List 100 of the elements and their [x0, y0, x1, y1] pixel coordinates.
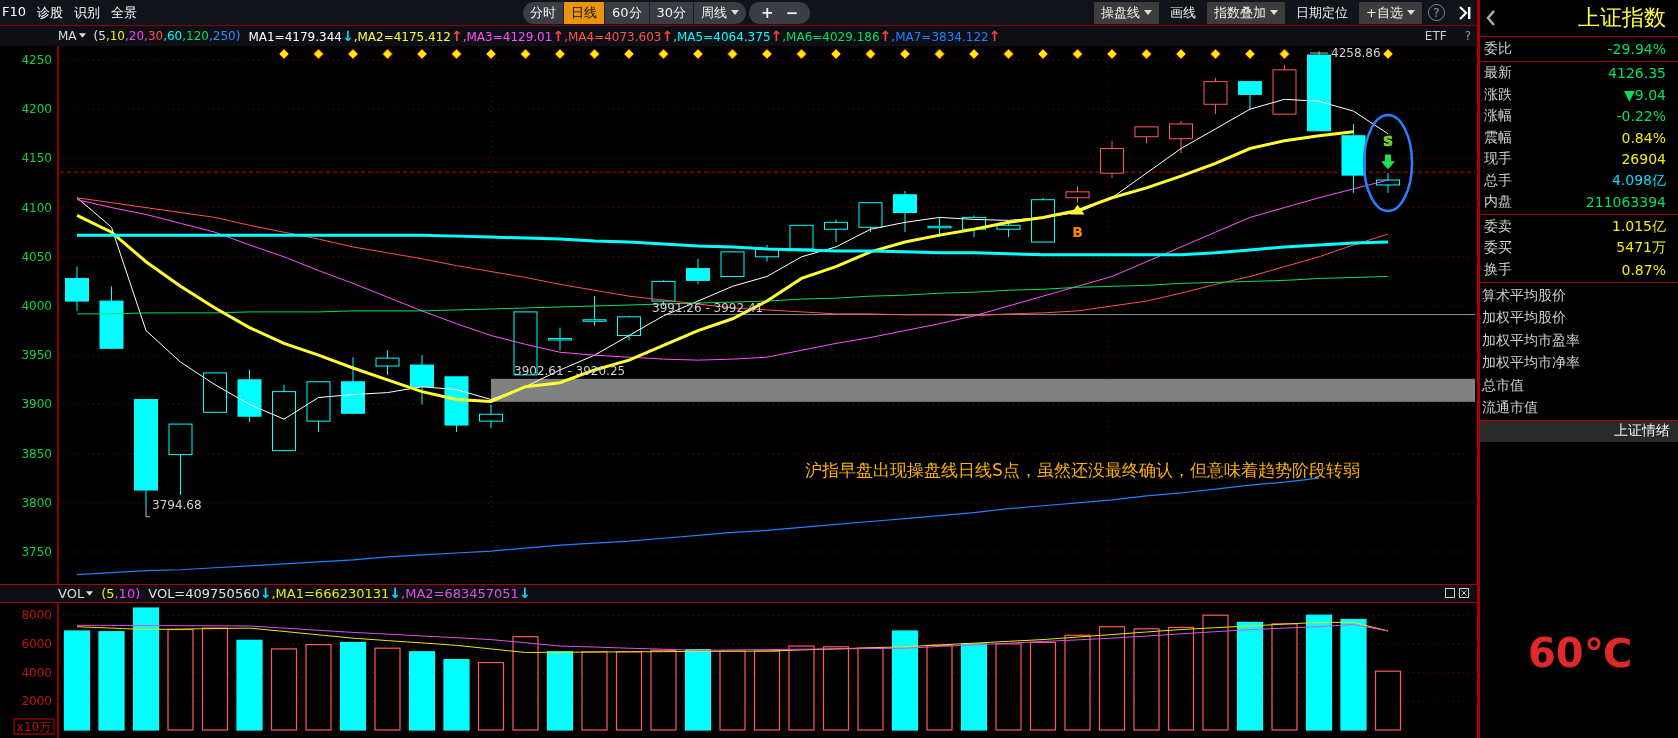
- toolbar-button[interactable]: 画线: [1163, 1, 1204, 24]
- volume-period: (5: [101, 585, 115, 601]
- index-title: 上证指数: [1578, 4, 1666, 32]
- quote-label: 委比: [1484, 39, 1512, 58]
- volume-value: ,MA1=666230131: [271, 586, 390, 602]
- close-icon[interactable]: [1459, 588, 1469, 599]
- ma-period: ,10: [105, 28, 125, 43]
- quote-value: 211063394: [1585, 194, 1666, 211]
- toolbar-button[interactable]: 日期定位: [1289, 1, 1356, 24]
- toolbar-dropdown[interactable]: 指数叠加: [1207, 1, 1286, 24]
- unit-label: x10万: [13, 718, 55, 735]
- quote-label: 加权平均股价: [1482, 308, 1567, 328]
- diamond-marker: [1382, 48, 1394, 59]
- period-tab[interactable]: 60分: [604, 1, 649, 24]
- diamond-marker: [865, 48, 876, 59]
- diamond-marker: [313, 48, 324, 59]
- sell-signal: S: [1382, 132, 1394, 149]
- quote-label: 震幅: [1484, 128, 1512, 147]
- axis-label: 8000: [21, 608, 52, 623]
- quote-label: 流通市值: [1482, 398, 1539, 418]
- back-icon[interactable]: [1486, 10, 1496, 26]
- axis-label: 3900: [21, 397, 52, 411]
- axis-label: 4100: [21, 200, 52, 215]
- quote-value: ▼9.04: [1624, 86, 1666, 103]
- diamond-marker: [520, 48, 531, 59]
- toolbar-link[interactable]: 全景: [111, 3, 138, 22]
- toolbar-dropdown[interactable]: 操盘线: [1094, 1, 1160, 24]
- period-tab[interactable]: 日线: [563, 1, 604, 24]
- axis-label: 4000: [21, 298, 52, 313]
- ma-value: ,MA3=4129.01: [462, 29, 553, 44]
- candlestick: [272, 383, 296, 451]
- quote-value: 0.84%: [1621, 129, 1666, 146]
- trend-arrow: ↑: [552, 27, 565, 44]
- diamond-marker: [1072, 48, 1083, 59]
- diamond-marker: [347, 48, 359, 59]
- ma-value: ,MA4=4073.603: [564, 29, 662, 44]
- axis-label: 2000: [21, 694, 52, 709]
- candlestick: [410, 354, 434, 405]
- candlestick: [996, 221, 1021, 238]
- diamond-marker: [796, 48, 807, 59]
- caret-icon: [78, 33, 86, 39]
- quote-label: 加权平均市净率: [1482, 353, 1581, 373]
- ma-value: ,MA5=4064.375: [673, 29, 771, 44]
- quote-value: 0.87%: [1621, 261, 1666, 278]
- ma-period: ,120: [182, 28, 209, 43]
- diamond-marker: [554, 48, 566, 59]
- price-annotation: 3794.68: [152, 497, 202, 512]
- candlestick: [99, 285, 124, 349]
- axis-label: 4250: [21, 52, 52, 67]
- quote-label: 涨跌: [1484, 85, 1512, 104]
- price-annotation: 4258.86: [1331, 45, 1381, 60]
- indicator-selector[interactable]: MA: [58, 28, 86, 43]
- candlestick: [1238, 80, 1262, 110]
- diamond-marker: [278, 48, 290, 59]
- temperature-reading: 60℃: [1527, 629, 1634, 676]
- quote-value: 26904: [1621, 151, 1666, 168]
- period-tab[interactable]: 30分: [648, 1, 694, 24]
- candlestick: [479, 403, 503, 429]
- period-tab[interactable]: 周线: [693, 1, 747, 24]
- indicator-selector[interactable]: VOL: [58, 585, 94, 601]
- volume-period: ,10): [114, 585, 141, 601]
- axis-label: 3950: [21, 347, 52, 362]
- chart-comment: 沪指早盘出现操盘线日线S点，虽然还没最终确认，但意味着趋势阶段转弱: [805, 459, 1360, 480]
- trend-arrow: ↑: [450, 27, 463, 44]
- axis-label: 3800: [21, 495, 52, 510]
- down-arrow-icon: [1381, 154, 1395, 169]
- candlestick: [824, 218, 848, 243]
- ma-value: ,MA7=3834.122: [891, 29, 989, 44]
- candlestick: [65, 265, 89, 312]
- help-link[interactable]: ?: [1464, 28, 1471, 43]
- diamond-marker: [692, 48, 704, 59]
- etf-label[interactable]: ETF: [1424, 28, 1447, 43]
- toolbar-link[interactable]: 识别: [74, 3, 101, 22]
- toolbar-link[interactable]: F10: [2, 3, 27, 22]
- period-tab[interactable]: 分时: [523, 1, 563, 24]
- toolbar-dropdown[interactable]: +自选: [1359, 1, 1422, 24]
- candlestick: [1341, 123, 1366, 193]
- zoom-button[interactable]: +: [755, 1, 780, 24]
- quote-label: 内盘: [1484, 193, 1512, 212]
- collapse-panel-icon[interactable]: [1459, 5, 1471, 20]
- ma-value: ,MA2=4175.412: [353, 29, 451, 44]
- toolbar-link[interactable]: 诊股: [37, 3, 64, 22]
- candlestick: [755, 244, 779, 262]
- candlestick: [1203, 76, 1228, 115]
- buy-signal: B: [1072, 223, 1083, 240]
- axis-label: 4200: [21, 101, 52, 116]
- ma-period: ,60: [163, 28, 183, 43]
- window-icon[interactable]: [1445, 588, 1455, 599]
- diamond-marker: [1279, 48, 1290, 59]
- quote-value: 4.098亿: [1611, 171, 1666, 190]
- zoom-button[interactable]: −: [779, 1, 805, 24]
- caret-icon: [1407, 10, 1415, 16]
- quote-label: 委买: [1484, 239, 1512, 258]
- trend-arrow: ↑: [879, 27, 892, 44]
- trend-arrow: ↑: [770, 27, 783, 44]
- sentiment-tab[interactable]: 上证情绪: [1480, 419, 1678, 442]
- diamond-marker: [623, 48, 635, 59]
- quote-label: 总市值: [1482, 375, 1525, 395]
- caret-icon: [86, 590, 94, 596]
- leader-line: [145, 506, 151, 517]
